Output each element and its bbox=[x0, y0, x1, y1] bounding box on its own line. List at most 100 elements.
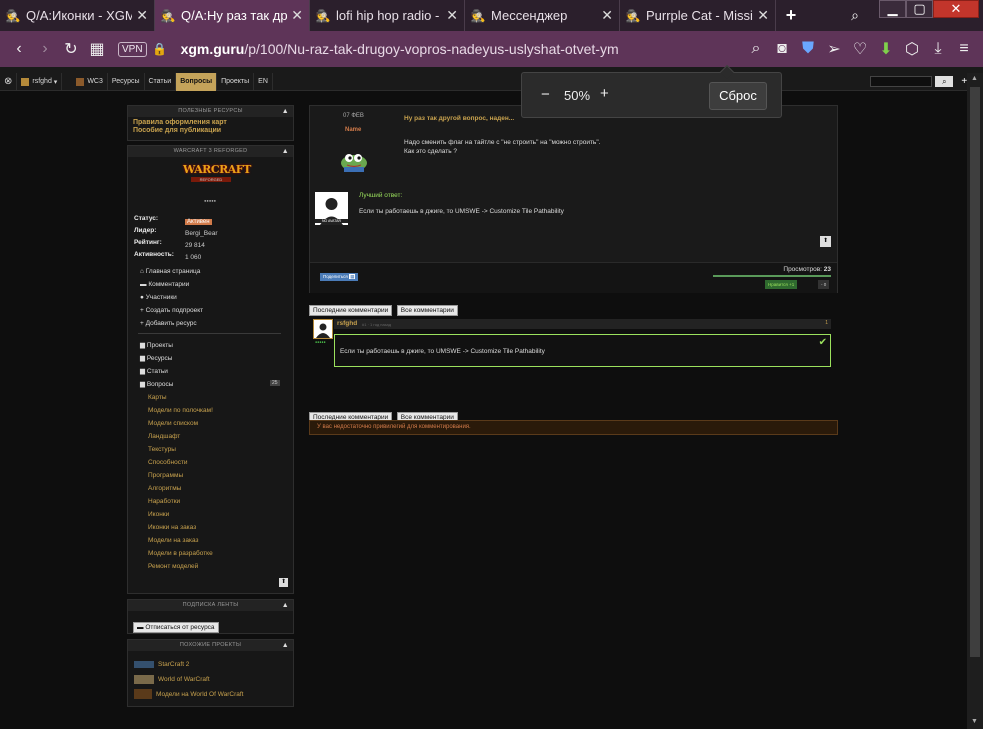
subsection-link[interactable]: Наработки bbox=[148, 495, 213, 508]
subsection-link[interactable]: Модели на заказ bbox=[148, 534, 213, 547]
close-icon[interactable]: ✕ bbox=[291, 7, 303, 24]
project-stars: ●●●●● bbox=[204, 198, 217, 203]
menu-add-resource[interactable]: + Добавить ресурс bbox=[140, 317, 203, 330]
menu-icon[interactable]: ≡ bbox=[951, 40, 977, 58]
download-extension-icon[interactable]: ⬇ bbox=[873, 39, 899, 59]
vpn-badge[interactable]: VPN bbox=[118, 41, 147, 57]
author-name[interactable]: Name bbox=[345, 127, 361, 133]
back-icon[interactable]: ‹ bbox=[6, 40, 32, 58]
send-icon[interactable]: ➢ bbox=[821, 39, 847, 59]
subsection-link[interactable]: Модели по полочкам! bbox=[148, 404, 213, 417]
scroll-up-icon[interactable]: ▲ bbox=[971, 75, 978, 82]
maximize-button[interactable]: ▢ bbox=[906, 0, 933, 18]
scroll-top-button[interactable]: ⬆ bbox=[279, 578, 288, 587]
browser-tab[interactable]: 🕵 lofi hip hop radio - ✕ bbox=[310, 0, 465, 31]
url-field[interactable]: xgm.guru/p/100/Nu-raz-tak-drugoy-vopros-… bbox=[181, 41, 619, 57]
browser-tab[interactable]: 🕵 Мессенджер ✕ bbox=[465, 0, 620, 31]
like-button[interactable]: Нравится +1 bbox=[765, 280, 798, 289]
leader-link[interactable]: Bergi_Bear bbox=[185, 228, 218, 240]
link-publish-guide[interactable]: Пособие для публикации bbox=[133, 127, 288, 135]
subsection-link[interactable]: Алгоритмы bbox=[148, 482, 213, 495]
close-icon[interactable]: ✕ bbox=[757, 7, 769, 24]
subsection-link[interactable]: Иконки на заказ bbox=[148, 521, 213, 534]
minimize-button[interactable]: ▁ bbox=[879, 0, 906, 18]
scroll-down-icon[interactable]: ▼ bbox=[971, 718, 978, 725]
share-button[interactable]: Поделиться ▦ bbox=[320, 273, 359, 281]
menu-comments[interactable]: ▬ Комментарии bbox=[140, 278, 203, 291]
close-icon[interactable]: ✕ bbox=[446, 7, 458, 24]
subsection-link[interactable]: Модели в разработке bbox=[148, 547, 213, 560]
collapse-icon[interactable]: ▲ bbox=[282, 600, 289, 611]
camera-icon[interactable]: ◙ bbox=[769, 40, 795, 58]
new-tab-button[interactable]: + bbox=[776, 0, 806, 31]
project-panel: WARCRAFT 3 REFORGED ▲ WARCRAFT REFORGED ●… bbox=[127, 145, 294, 594]
subsection-link[interactable]: Модели списком bbox=[148, 417, 213, 430]
close-window-button[interactable]: ✕ bbox=[933, 0, 979, 18]
dislike-button[interactable]: - 0 bbox=[818, 280, 830, 289]
site-navbar: ⊗ rsfghd ▾ WC3 Ресурсы Статьи Вопросы Пр… bbox=[0, 72, 983, 91]
menu-home[interactable]: ⌂ Главная страница bbox=[140, 265, 203, 278]
tab-recent-comments[interactable]: Последние комментарии bbox=[309, 305, 393, 316]
zoom-icon[interactable]: ⌕ bbox=[743, 40, 769, 58]
nav-articles[interactable]: Статьи bbox=[145, 72, 177, 91]
unsubscribe-button[interactable]: ▬ Отписаться от ресурса bbox=[133, 622, 219, 633]
subsection-link[interactable]: Программы bbox=[148, 469, 213, 482]
search-tabs-icon[interactable]: ⌕ bbox=[845, 6, 865, 24]
site-search-button[interactable]: ⌕ bbox=[935, 76, 954, 87]
site-search-input[interactable] bbox=[870, 76, 933, 87]
subsection-link[interactable]: Ландшафт bbox=[148, 430, 213, 443]
section-resources[interactable]: ▆ Ресурсы bbox=[140, 352, 173, 365]
subsection-link[interactable]: Ремонт моделей bbox=[148, 560, 213, 573]
nav-wc3[interactable]: WC3 bbox=[72, 72, 108, 91]
answer-avatar[interactable]: NO AVATAR bbox=[315, 192, 348, 225]
nav-lang[interactable]: EN bbox=[254, 72, 273, 91]
browser-tab[interactable]: 🕵 Purrple Cat - Missin ✕ bbox=[620, 0, 776, 31]
similar-project-item[interactable]: World of WarCraft bbox=[134, 672, 243, 687]
nav-projects[interactable]: Проекты bbox=[217, 72, 255, 91]
subsection-link[interactable]: Иконки bbox=[148, 508, 213, 521]
close-circle-icon[interactable]: ⊗ bbox=[0, 72, 18, 91]
zoom-in-button[interactable]: + bbox=[600, 85, 609, 102]
comment-author[interactable]: rsfghd bbox=[337, 320, 357, 327]
shield-icon[interactable]: ⛊ bbox=[795, 40, 821, 58]
link-map-rules[interactable]: Правила оформления карт bbox=[133, 119, 288, 127]
section-articles[interactable]: ▆ Статьи bbox=[140, 365, 173, 378]
scroll-up-button[interactable]: ⬆ bbox=[820, 236, 831, 247]
section-questions[interactable]: ▆ Вопросы bbox=[140, 378, 173, 391]
menu-create-subproject[interactable]: + Создать подпроект bbox=[140, 304, 203, 317]
zoom-reset-button[interactable]: Сброс bbox=[709, 82, 767, 110]
comment-avatar[interactable] bbox=[313, 319, 333, 339]
scrollbar[interactable]: ▲ ▼ bbox=[967, 73, 983, 729]
subsection-link[interactable]: Способности bbox=[148, 456, 213, 469]
browser-tab-active[interactable]: 🕵Q/A:Ну раз так другой✕ bbox=[155, 0, 310, 31]
browser-tab[interactable]: 🕵 Q/A:Иконки - XGM ✕ bbox=[0, 0, 155, 31]
author-avatar-frog[interactable] bbox=[338, 149, 370, 173]
downloads-icon[interactable]: ⤓ bbox=[925, 40, 951, 58]
scrollbar-thumb[interactable] bbox=[970, 87, 980, 657]
forward-icon[interactable]: › bbox=[32, 40, 58, 58]
subsection-link[interactable]: Карты bbox=[148, 391, 213, 404]
comments-tabs: Последние комментарии Все комментарии bbox=[309, 299, 458, 317]
speed-dial-icon[interactable]: ▦ bbox=[84, 39, 110, 59]
box-icon[interactable]: ⬡ bbox=[899, 39, 925, 59]
nav-questions[interactable]: Вопросы bbox=[176, 72, 218, 91]
similar-project-item[interactable]: Модели на World Of WarCraft bbox=[134, 687, 243, 702]
collapse-icon[interactable]: ▲ bbox=[282, 146, 289, 157]
user-menu[interactable]: rsfghd ▾ bbox=[17, 72, 63, 91]
collapse-icon[interactable]: ▲ bbox=[282, 106, 289, 117]
question-title[interactable]: Ну раз так другой вопрос, наден... bbox=[404, 115, 514, 122]
heart-icon[interactable]: ♡ bbox=[847, 39, 873, 59]
project-logo[interactable]: WARCRAFT REFORGED bbox=[183, 163, 251, 195]
section-projects[interactable]: ▆ Проекты bbox=[140, 339, 173, 352]
nav-resources[interactable]: Ресурсы bbox=[108, 72, 145, 91]
similar-project-item[interactable]: StarCraft 2 bbox=[134, 657, 243, 672]
collapse-icon[interactable]: ▲ bbox=[282, 640, 289, 651]
subsection-link[interactable]: Текстуры bbox=[148, 443, 213, 456]
close-icon[interactable]: ✕ bbox=[601, 7, 613, 24]
user-avatar bbox=[21, 77, 30, 86]
close-icon[interactable]: ✕ bbox=[136, 7, 148, 24]
reload-icon[interactable]: ↻ bbox=[58, 39, 84, 59]
zoom-out-button[interactable]: − bbox=[541, 86, 550, 103]
tab-all-comments[interactable]: Все комментарии bbox=[396, 305, 458, 316]
menu-members[interactable]: ● Участники bbox=[140, 291, 203, 304]
